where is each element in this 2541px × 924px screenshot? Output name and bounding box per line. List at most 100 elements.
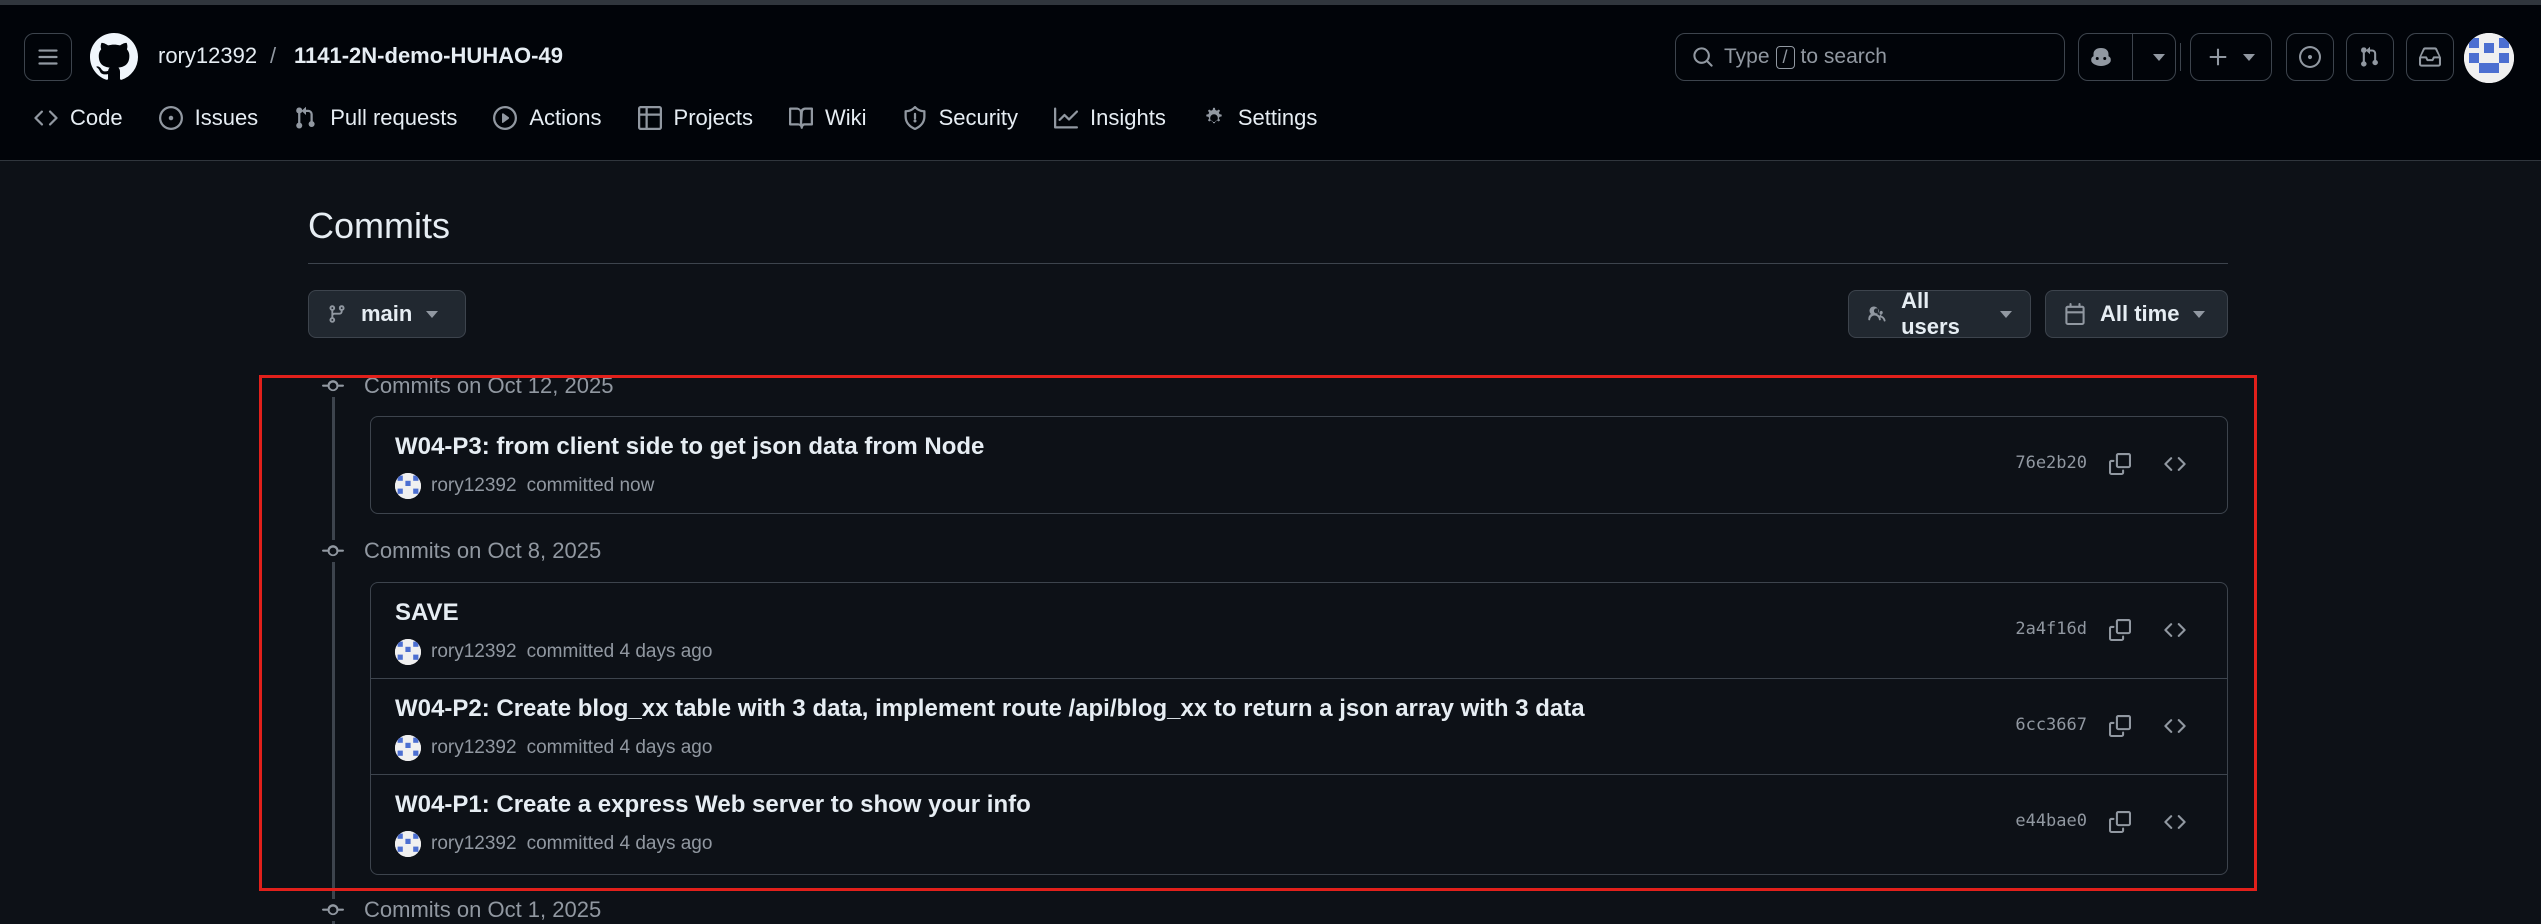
code-icon [34, 110, 58, 126]
gear-icon [1206, 107, 1222, 124]
create-new-button[interactable] [2190, 33, 2272, 81]
tab-code[interactable]: Code [34, 105, 123, 131]
copy-sha-button[interactable] [2103, 613, 2137, 647]
chevron-down-icon [426, 310, 439, 318]
commit-time: committed 4 days ago [526, 833, 713, 854]
time-filter-label: All time [2100, 301, 2180, 326]
browse-repo-button[interactable] [2158, 709, 2192, 743]
copilot-dropdown-caret[interactable] [2153, 53, 2166, 61]
users-filter-label: All users [1901, 288, 1960, 339]
commit-group-heading: Commits on Oct 8, 2025 [322, 538, 601, 564]
pull-request-icon [296, 106, 315, 129]
users-filter[interactable]: All users [1848, 288, 2031, 339]
github-logo-icon[interactable] [90, 33, 138, 81]
copy-sha-button[interactable] [2103, 447, 2137, 481]
commit-group-heading: Commits on Oct 12, 2025 [322, 373, 613, 399]
graph-icon [1054, 107, 1079, 129]
branch-icon [329, 305, 345, 323]
browse-repo-button[interactable] [2158, 613, 2192, 647]
issue-icon [158, 106, 183, 130]
git-commit-icon [322, 904, 344, 916]
issue-icon [2299, 46, 2321, 68]
tab-label: Insights [1090, 105, 1166, 130]
breadcrumb-owner[interactable]: rory12392 [158, 43, 257, 69]
commit-row: SAVE rory12392 committed 4 days ago 2a4f… [371, 583, 2227, 679]
inbox-button[interactable] [2406, 33, 2454, 81]
inbox-icon [2419, 47, 2441, 67]
copy-sha-button[interactable] [2103, 805, 2137, 839]
tab-settings[interactable]: Settings [1202, 105, 1318, 131]
chevron-down-icon [2000, 310, 2012, 318]
branch-selector[interactable]: main [308, 290, 466, 338]
tab-insights[interactable]: Insights [1054, 105, 1166, 131]
commit-row: W04-P1: Create a express Web server to s… [371, 775, 2227, 871]
author-avatar[interactable] [395, 831, 421, 857]
copilot-button[interactable] [2078, 33, 2176, 81]
commit-row: W04-P3: from client side to get json dat… [371, 417, 2227, 513]
commit-sha[interactable]: 2a4f16d [2015, 619, 2087, 639]
author-avatar[interactable] [395, 473, 421, 499]
git-commit-icon [322, 380, 344, 392]
menu-button[interactable] [24, 33, 72, 81]
commit-message[interactable]: SAVE [395, 599, 459, 627]
copy-sha-button[interactable] [2103, 709, 2137, 743]
time-filter[interactable]: All time [2045, 290, 2228, 338]
tab-label: Issues [194, 105, 259, 130]
search-shortcut-key: / [1775, 45, 1795, 69]
copy-icon [2109, 811, 2131, 833]
calendar-icon [2065, 303, 2085, 325]
commit-time: committed now [526, 475, 655, 496]
commit-meta: rory12392 committed 4 days ago [395, 639, 712, 665]
author-avatar[interactable] [395, 735, 421, 761]
copy-icon [2109, 619, 2131, 641]
tab-label: Settings [1237, 105, 1318, 130]
commit-sha[interactable]: 76e2b20 [2015, 453, 2087, 473]
issues-button[interactable] [2286, 33, 2334, 81]
table-icon [637, 106, 662, 130]
author-avatar[interactable] [395, 639, 421, 665]
commit-author[interactable]: rory12392 [431, 833, 517, 855]
commit-sha[interactable]: 6cc3667 [2015, 715, 2087, 735]
tab-pull-requests[interactable]: Pull requests [294, 105, 457, 131]
copy-icon [2109, 715, 2131, 737]
commit-author[interactable]: rory12392 [431, 641, 517, 663]
search-input[interactable]: Type / to search [1675, 33, 2065, 81]
pull-requests-button[interactable] [2346, 33, 2394, 81]
tab-projects[interactable]: Projects [637, 105, 753, 131]
commit-list: SAVE rory12392 committed 4 days ago 2a4f… [370, 582, 2228, 875]
search-icon [1693, 47, 1713, 67]
pull-request-icon [2361, 46, 2378, 67]
code-icon [2164, 457, 2186, 471]
browse-repo-button[interactable] [2158, 447, 2192, 481]
tab-actions[interactable]: Actions [493, 105, 602, 131]
tab-label: Pull requests [330, 105, 458, 130]
header-divider [2180, 43, 2181, 71]
commit-meta: rory12392 committed 4 days ago [395, 735, 712, 761]
tab-label: Security [938, 105, 1019, 130]
breadcrumb-separator: / [270, 43, 277, 68]
commit-sha[interactable]: e44bae0 [2015, 811, 2087, 831]
commit-group-date: Commits on Oct 12, 2025 [364, 373, 614, 398]
search-placeholder-suffix: to search [1800, 45, 1887, 68]
commit-message[interactable]: W04-P3: from client side to get json dat… [395, 433, 984, 461]
tab-label: Code [70, 105, 123, 130]
tab-security[interactable]: Security [903, 105, 1018, 131]
tab-wiki[interactable]: Wiki [789, 105, 867, 131]
book-icon [789, 107, 814, 129]
browse-repo-button[interactable] [2158, 805, 2192, 839]
repo-header: rory12392 / 1141-2N-demo-HUHAO-49 Type /… [0, 5, 2541, 161]
breadcrumb-repo[interactable]: 1141-2N-demo-HUHAO-49 [294, 43, 563, 69]
code-icon [2164, 719, 2186, 733]
plus-icon [2209, 48, 2227, 66]
search-placeholder-prefix: Type [1724, 45, 1770, 68]
commit-row: W04-P2: Create blog_xx table with 3 data… [371, 679, 2227, 775]
commit-author[interactable]: rory12392 [431, 737, 517, 759]
hamburger-icon [38, 49, 58, 65]
user-avatar[interactable] [2464, 33, 2514, 83]
commit-message[interactable]: W04-P1: Create a express Web server to s… [395, 791, 1031, 819]
commit-author[interactable]: rory12392 [431, 475, 517, 497]
commit-meta: rory12392 committed now [395, 473, 654, 499]
tab-issues[interactable]: Issues [158, 105, 259, 131]
commit-message[interactable]: W04-P2: Create blog_xx table with 3 data… [395, 695, 1585, 723]
commit-group-date: Commits on Oct 1, 2025 [364, 897, 602, 922]
